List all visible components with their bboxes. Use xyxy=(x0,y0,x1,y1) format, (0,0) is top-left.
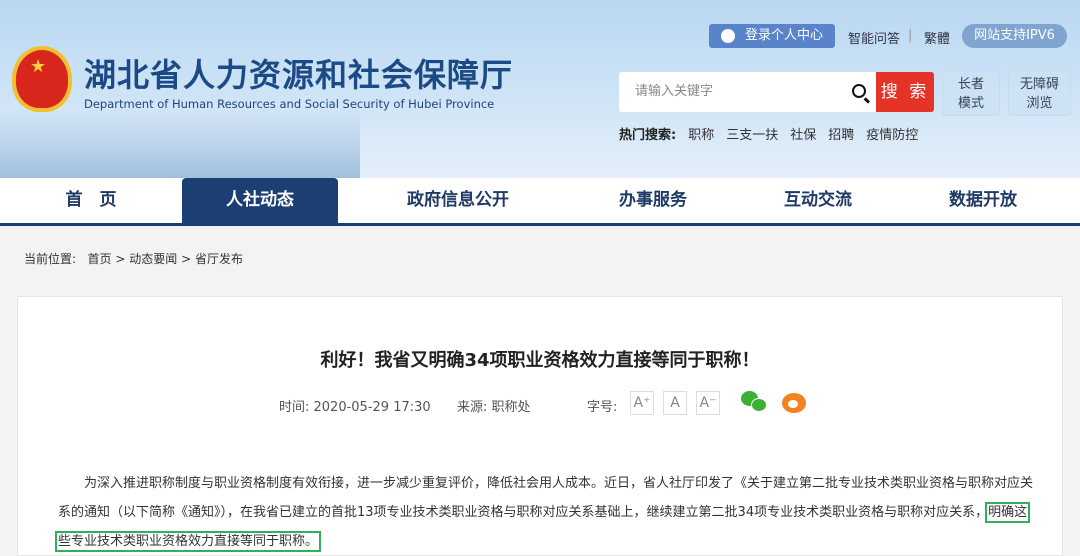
font-decrease-button[interactable]: A⁻ xyxy=(696,391,720,415)
elder-mode-button[interactable]: 长者 模式 xyxy=(942,70,1000,116)
breadcrumb-home[interactable]: 首页 xyxy=(88,252,112,266)
nav-services[interactable]: 办事服务 xyxy=(578,178,728,223)
breadcrumb: 当前位置: 首页 > 动态要闻 > 省厅发布 xyxy=(24,252,243,266)
publish-time: 时间: 2020-05-29 17:30 xyxy=(279,400,431,415)
hot-search-item[interactable]: 社保 xyxy=(790,124,816,143)
breadcrumb-news[interactable]: 动态要闻 xyxy=(129,252,177,266)
hot-search-item[interactable]: 招聘 xyxy=(828,124,854,143)
weibo-share-icon[interactable] xyxy=(782,393,806,413)
nav-home[interactable]: 首 页 xyxy=(0,178,182,223)
font-size-label: 字号: xyxy=(587,400,618,415)
accessibility-button[interactable]: 无障碍 浏览 xyxy=(1008,70,1071,116)
nav-gov-info[interactable]: 政府信息公开 xyxy=(338,178,578,223)
article-source: 来源: 职称处 xyxy=(457,400,531,415)
hot-search: 热门搜索: 职称 三支一扶 社保 招聘 疫情防控 xyxy=(619,124,918,143)
smart-qa-link[interactable]: 智能问答 xyxy=(848,28,900,47)
hot-search-label: 热门搜索: xyxy=(619,128,677,143)
login-button[interactable]: 登录个人中心 xyxy=(709,24,835,48)
search-input[interactable]: 请输入关键字 xyxy=(619,72,876,112)
divider: | xyxy=(908,28,913,43)
search-icon[interactable] xyxy=(852,84,866,98)
user-icon xyxy=(721,29,735,43)
article-card: 利好！我省又明确34项职业资格效力直接等同于职称！ 时间: 2020-05-29… xyxy=(17,296,1063,556)
nav-interaction[interactable]: 互动交流 xyxy=(728,178,908,223)
breadcrumb-current[interactable]: 省厅发布 xyxy=(195,252,243,266)
traditional-chinese-link[interactable]: 繁體 xyxy=(924,28,950,47)
search-button[interactable]: 搜 索 xyxy=(876,72,934,112)
national-emblem-icon: ★ xyxy=(12,46,72,112)
ipv6-badge: 网站支持IPV6 xyxy=(962,24,1067,48)
article-paragraph: 为深入推进职称制度与职业资格制度有效衔接，进一步减少重复评价，降低社会用人成本。… xyxy=(54,476,1034,552)
site-title-en: Department of Human Resources and Social… xyxy=(84,97,495,111)
article-title: 利好！我省又明确34项职业资格效力直接等同于职称！ xyxy=(320,350,760,371)
nav-open-data[interactable]: 数据开放 xyxy=(908,178,1058,223)
main-nav: 首 页 人社动态 政府信息公开 办事服务 互动交流 数据开放 xyxy=(0,178,1080,226)
site-header: ★ 湖北省人力资源和社会保障厅 Department of Human Reso… xyxy=(0,0,1080,178)
site-title[interactable]: 湖北省人力资源和社会保障厅 xyxy=(84,50,513,96)
nav-news[interactable]: 人社动态 xyxy=(182,178,338,223)
font-increase-button[interactable]: A⁺ xyxy=(630,391,654,415)
hot-search-item[interactable]: 三支一扶 xyxy=(726,124,778,143)
wechat-share-icon[interactable] xyxy=(741,391,767,413)
font-default-button[interactable]: A xyxy=(663,391,687,415)
hot-search-item[interactable]: 职称 xyxy=(688,124,714,143)
city-skyline-decoration xyxy=(0,108,360,178)
hot-search-item[interactable]: 疫情防控 xyxy=(866,124,918,143)
